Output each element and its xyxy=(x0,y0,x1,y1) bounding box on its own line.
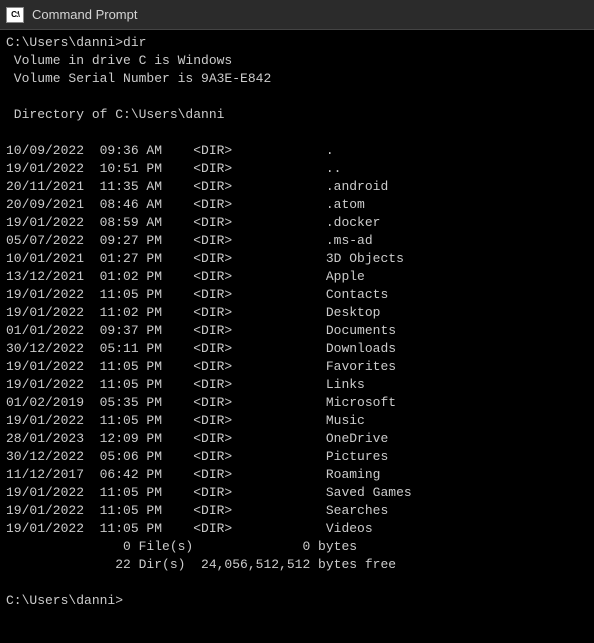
prompt-path: C:\Users\danni> xyxy=(6,593,123,608)
window-title: Command Prompt xyxy=(32,7,137,22)
prompt-command: dir xyxy=(123,35,146,50)
blank-line xyxy=(6,88,588,106)
summary-files: 0 File(s) 0 bytes xyxy=(6,539,357,554)
prompt-path: C:\Users\danni> xyxy=(6,35,123,50)
summary-dirs: 22 Dir(s) 24,056,512,512 bytes free xyxy=(6,557,396,572)
cmd-icon: C:\ xyxy=(6,7,24,23)
volume-line: Volume in drive C is Windows xyxy=(6,53,232,68)
blank-line xyxy=(6,574,588,592)
dir-listing: 10/09/2022 09:36 AM <DIR> . 19/01/2022 1… xyxy=(6,142,588,538)
terminal-output[interactable]: C:\Users\danni>dir Volume in drive C is … xyxy=(0,30,594,643)
directory-of-line: Directory of C:\Users\danni xyxy=(6,107,224,122)
serial-line: Volume Serial Number is 9A3E-E842 xyxy=(6,71,271,86)
titlebar[interactable]: C:\ Command Prompt xyxy=(0,0,594,30)
command-prompt-window: C:\ Command Prompt C:\Users\danni>dir Vo… xyxy=(0,0,594,643)
blank-line xyxy=(6,124,588,142)
cursor xyxy=(123,594,130,608)
